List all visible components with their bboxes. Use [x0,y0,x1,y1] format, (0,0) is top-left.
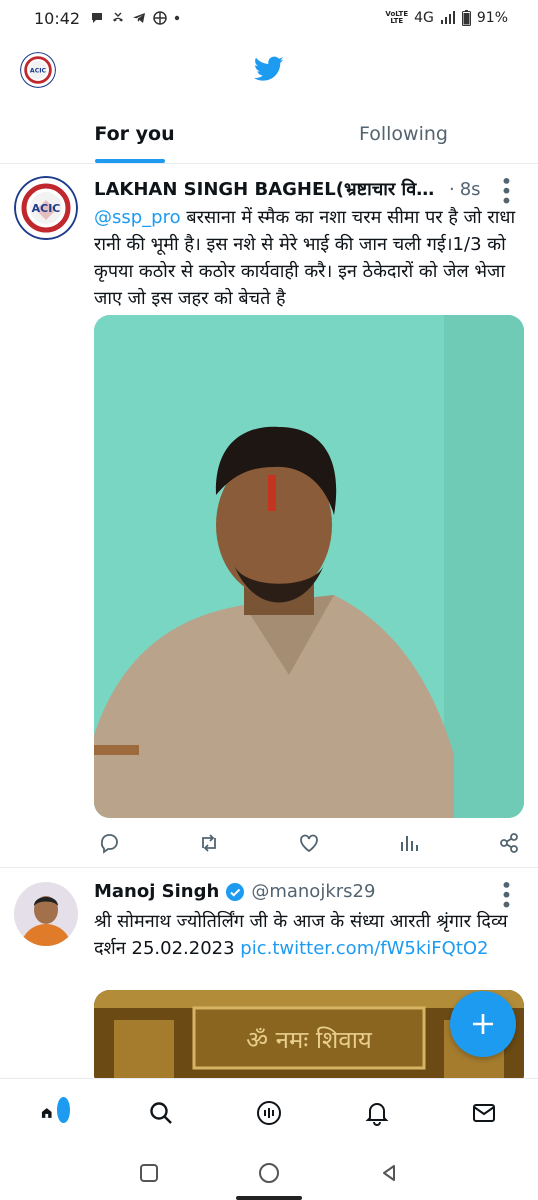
header-avatar-text: ACIC [30,67,47,74]
network-type: 4G [414,10,434,26]
home-circle-icon[interactable] [258,1162,280,1184]
tweet-author-avatar[interactable] [14,882,78,946]
battery-icon [461,10,471,26]
missed-call-icon [113,12,124,22]
tab-for-you-label: For you [94,122,175,145]
separator-dot: · [449,178,455,200]
tweet-time[interactable]: 8s [460,179,481,200]
notification-dot [56,1095,71,1124]
dot-icon [174,15,180,21]
chat-bubble-icon [92,13,103,23]
plus-icon [473,1014,493,1034]
tweet[interactable]: ACIC LAKHAN SINGH BAGHEL(भ्रष्टाचार विरो… [0,164,538,868]
share-icon[interactable] [498,832,520,854]
retweet-icon[interactable] [198,832,220,854]
twitter-bird-icon [254,56,284,81]
back-icon[interactable] [379,1163,399,1183]
volte-indicator: VoLTE LTE [385,11,408,25]
active-tab-indicator [95,159,165,163]
tab-following-label: Following [359,122,448,145]
more-options-icon[interactable]: ••• [494,879,518,908]
notifications-icon [365,1102,388,1126]
nav-search[interactable] [147,1099,175,1127]
tweet-actions [94,832,524,854]
profile-avatar[interactable]: ACIC [20,52,56,88]
signal-icon [440,11,455,24]
tweet-author-name[interactable]: LAKHAN SINGH BAGHEL(भ्रष्टाचार विरो... [94,177,444,201]
telegram-icon [133,13,146,23]
tweet-text: श्री सोमनाथ ज्योतिर्लिंग जी के आज के संध… [94,908,526,962]
views-icon[interactable] [398,832,420,854]
status-right: VoLTE LTE 4G 91% [385,10,508,26]
search-icon [150,1101,173,1124]
tweet-header: Manoj Singh @manojkrs29 ••• [94,879,518,908]
app-header: ACIC [0,36,538,104]
nav-home[interactable] [40,1095,71,1127]
battery-level: 91% [476,10,508,26]
tab-following[interactable]: Following [269,104,538,163]
tweet-avatar-text: ACIC [32,202,61,215]
nav-notifications[interactable] [363,1099,391,1127]
status-time: 10:42 [34,8,81,28]
tweet[interactable]: Manoj Singh @manojkrs29 ••• श्री सोमनाथ … [0,868,538,1078]
media-inscription: ॐ नमः शिवाय [246,1026,373,1054]
tweet-author-avatar[interactable]: ACIC [14,176,78,240]
spaces-icon [256,1100,281,1125]
tweet-media-link[interactable]: pic.twitter.com/fW5kiFQtO2 [240,938,488,959]
home-icon [41,1107,52,1118]
verified-badge-icon [226,882,245,901]
tweet-text: @ssp_pro बरसाना में स्मैक का नशा चरम सीम… [94,204,526,312]
tweet-header: LAKHAN SINGH BAGHEL(भ्रष्टाचार विरो... ·… [94,175,518,204]
nav-messages[interactable] [470,1099,498,1127]
more-options-icon[interactable]: ••• [494,175,518,204]
tab-for-you[interactable]: For you [0,104,269,163]
tweet-photo[interactable] [94,315,524,818]
volte-bottom-label: LTE [390,17,404,25]
status-bar: 10:42 VoLTE LTE 4G 91% [0,0,538,36]
system-navigation [0,1146,538,1200]
messages-icon [473,1103,496,1122]
tweet-author-name[interactable]: Manoj Singh [94,881,219,902]
nav-spaces[interactable] [255,1099,283,1127]
tweet-author-handle[interactable]: @manojkrs29 [251,881,375,902]
bottom-navigation [0,1078,538,1146]
gesture-home-indicator [236,1196,302,1200]
like-icon[interactable] [298,832,320,854]
app-grid-icon [153,11,167,25]
compose-tweet-button[interactable] [450,991,516,1057]
notification-icons [90,11,180,25]
timeline-tabs: For you Following [0,104,538,164]
reply-icon[interactable] [98,832,120,854]
tweet-mention-link[interactable]: @ssp_pro [94,207,181,228]
recents-icon[interactable] [139,1163,159,1183]
